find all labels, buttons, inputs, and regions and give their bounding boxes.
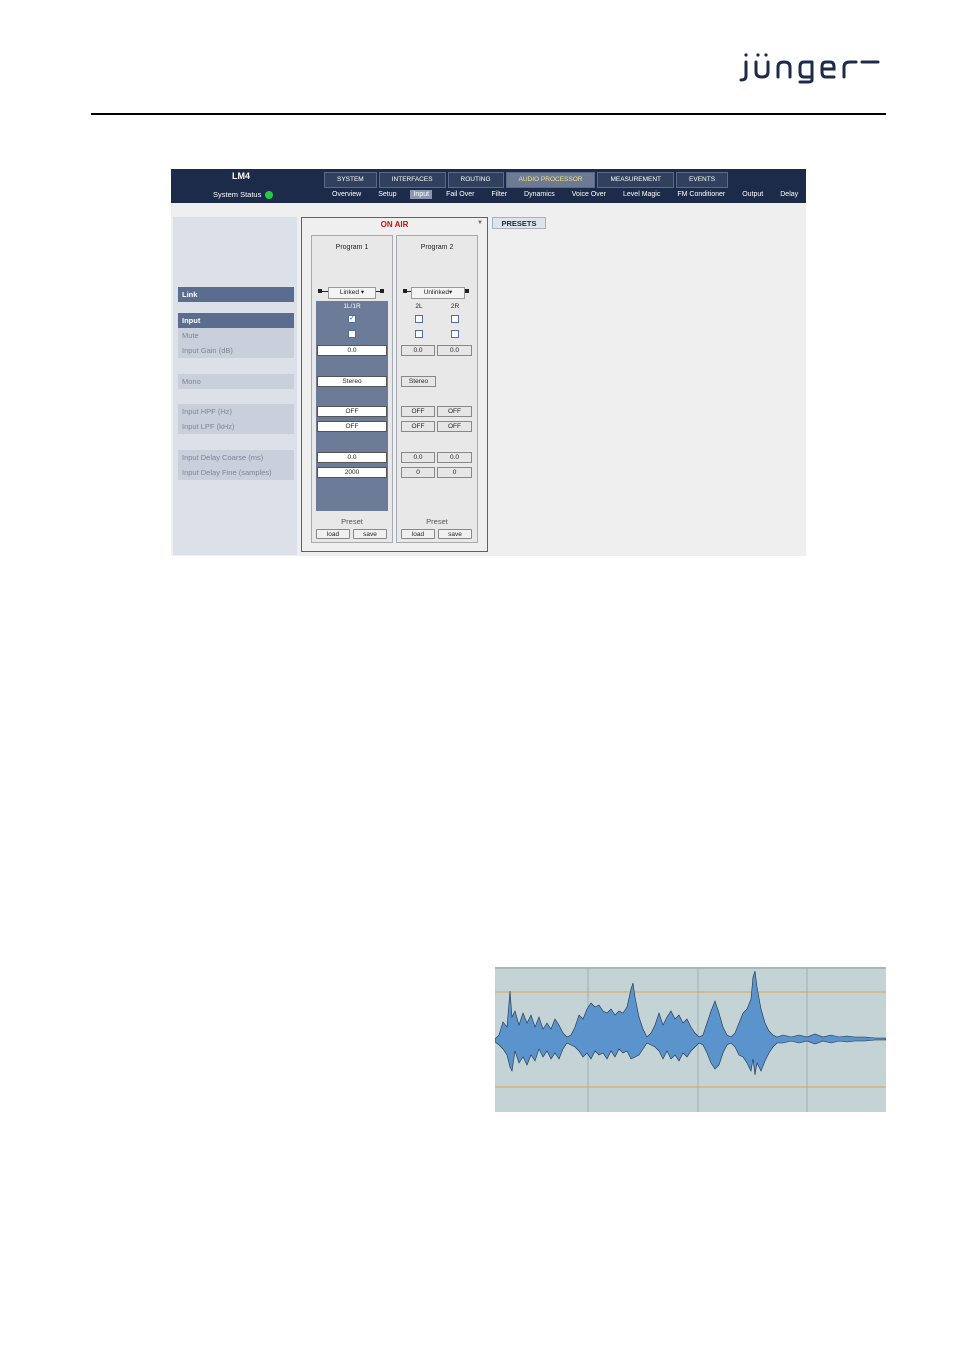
link-endpoint-icon <box>380 289 384 293</box>
parameter-labels: Link Input Mute Input Gain (dB) Mono Inp… <box>173 217 297 555</box>
device-name: LM4 <box>232 171 250 181</box>
sub-tabs: Overview Setup Input Fail Over Filter Dy… <box>329 190 801 199</box>
program-2-gain-field-2l[interactable]: 0.0 <box>401 345 435 356</box>
program-1-link-select[interactable]: Linked ▾ <box>328 287 376 299</box>
param-input-hpf: Input HPF (Hz) <box>178 404 294 419</box>
param-delay-coarse: Input Delay Coarse (ms) <box>178 450 294 465</box>
program-2-lpf-field-2r[interactable]: OFF <box>437 421 472 432</box>
program-1-hpf-field[interactable]: OFF <box>317 406 387 417</box>
program-2-input-checkbox-2r[interactable] <box>451 315 459 323</box>
program-1-preset-label: Preset <box>341 517 363 526</box>
status-indicator-icon <box>265 190 274 199</box>
param-mute: Mute <box>178 328 294 343</box>
param-input-lpf: Input LPF (kHz) <box>178 419 294 434</box>
program-1-mono-field[interactable]: Stereo <box>317 376 387 387</box>
program-2-delay-coarse-field-2l[interactable]: 0.0 <box>401 452 435 463</box>
program-1-link-value: Linked <box>339 289 360 296</box>
program-1-input-checkbox[interactable]: ✓ <box>348 315 356 323</box>
program-2-lpf-field-2l[interactable]: OFF <box>401 421 435 432</box>
program-2-channel-2r: 2R <box>450 303 460 310</box>
link-endpoint-icon <box>465 289 469 293</box>
program-1-delay-fine-field[interactable]: 2000 <box>317 467 387 478</box>
program-1-load-button[interactable]: load <box>316 529 350 539</box>
on-air-panel: ON AIR ▼ Program 1 Linked ▾ 1L/1R ✓ 0.0 … <box>301 217 488 552</box>
program-2-mute-checkbox-2r[interactable] <box>451 330 459 338</box>
collapse-arrow-icon[interactable]: ▼ <box>477 220 483 226</box>
presets-button[interactable]: PRESETS <box>492 217 546 229</box>
subtab-setup[interactable]: Setup <box>375 190 399 199</box>
program-2-delay-fine-field-2r[interactable]: 0 <box>437 467 472 478</box>
program-2-save-button[interactable]: save <box>438 529 472 539</box>
waveform-graphic <box>495 967 886 1112</box>
program-1-channel-label: 1L/1R <box>343 303 361 310</box>
program-1-save-button[interactable]: save <box>353 529 387 539</box>
program-2-preset-label: Preset <box>426 517 448 526</box>
link-endpoint-icon <box>318 289 322 293</box>
subtab-input[interactable]: Input <box>410 190 433 199</box>
program-2-delay-fine-field-2l[interactable]: 0 <box>401 467 435 478</box>
main-tabs: SYSTEM INTERFACES ROUTING AUDIO PROCESSO… <box>324 172 729 188</box>
subtab-voice-over[interactable]: Voice Over <box>569 190 609 199</box>
tab-routing[interactable]: ROUTING <box>447 172 504 188</box>
subtab-dynamics[interactable]: Dynamics <box>521 190 558 199</box>
program-2-column: Program 2 Unlinked▾ 2L 2R 0.0 0.0 Stereo… <box>396 235 478 543</box>
program-2-delay-coarse-field-2r[interactable]: 0.0 <box>437 452 472 463</box>
program-2-input-checkbox-2l[interactable] <box>415 315 423 323</box>
on-air-label: ON AIR <box>380 220 409 229</box>
program-2-load-button[interactable]: load <box>401 529 435 539</box>
program-2-mute-checkbox-2l[interactable] <box>415 330 423 338</box>
subtab-level-magic[interactable]: Level Magic <box>620 190 663 199</box>
param-link: Link <box>178 287 294 302</box>
subtab-filter[interactable]: Filter <box>488 190 510 199</box>
program-1-lpf-field[interactable]: OFF <box>317 421 387 432</box>
program-1-gain-field[interactable]: 0.0 <box>317 345 387 356</box>
tab-system[interactable]: SYSTEM <box>324 172 377 188</box>
param-mono: Mono <box>178 374 294 389</box>
program-2-hpf-field-2r[interactable]: OFF <box>437 406 472 417</box>
program-2-mono-field[interactable]: Stereo <box>401 376 436 387</box>
tab-audio-processor[interactable]: AUDIO PROCESSOR <box>505 172 596 188</box>
param-input: Input <box>178 313 294 328</box>
program-2-link-value: Unlinked <box>423 289 450 296</box>
param-delay-fine: Input Delay Fine (samples) <box>178 465 294 480</box>
program-1-title: Program 1 <box>335 244 369 251</box>
subtab-delay[interactable]: Delay <box>777 190 801 199</box>
system-status: System Status <box>213 190 274 199</box>
junger-logo <box>739 53 880 84</box>
subtab-fm-conditioner[interactable]: FM Conditioner <box>674 190 728 199</box>
program-1-mute-checkbox[interactable] <box>348 330 356 338</box>
system-status-label: System Status <box>213 190 262 199</box>
param-input-gain: Input Gain (dB) <box>178 343 294 358</box>
subtab-fail-over[interactable]: Fail Over <box>443 190 477 199</box>
top-bar: LM4 System Status SYSTEM INTERFACES ROUT… <box>171 169 806 203</box>
tab-interfaces[interactable]: INTERFACES <box>378 172 446 188</box>
program-1-delay-coarse-field[interactable]: 0.0 <box>317 452 387 463</box>
link-endpoint-icon <box>403 289 407 293</box>
audio-waveform-image <box>495 967 886 1112</box>
tab-measurement[interactable]: MEASUREMENT <box>597 172 675 188</box>
program-2-hpf-field-2l[interactable]: OFF <box>401 406 435 417</box>
tab-events[interactable]: EVENTS <box>676 172 729 188</box>
subtab-overview[interactable]: Overview <box>329 190 364 199</box>
subtab-output[interactable]: Output <box>739 190 766 199</box>
program-2-channel-2l: 2L <box>415 303 423 310</box>
program-1-column: Program 1 Linked ▾ 1L/1R ✓ 0.0 Stereo OF… <box>311 235 393 543</box>
program-2-link-select[interactable]: Unlinked▾ <box>411 287 465 299</box>
program-2-gain-field-2r[interactable]: 0.0 <box>437 345 472 356</box>
program-2-title: Program 2 <box>420 244 454 251</box>
app-screenshot: LM4 System Status SYSTEM INTERFACES ROUT… <box>171 169 806 556</box>
header-rule <box>91 113 886 115</box>
